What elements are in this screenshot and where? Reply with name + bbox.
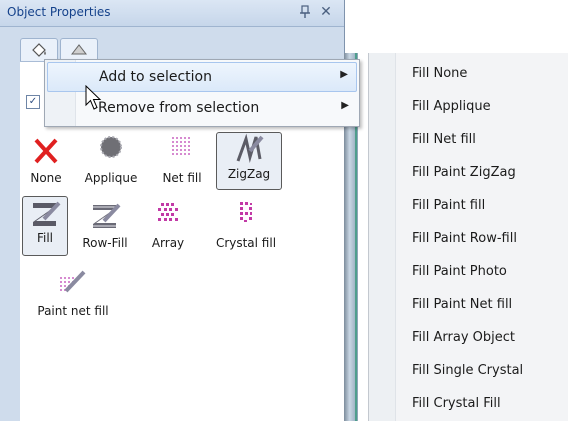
tool-label: Applique bbox=[84, 171, 138, 185]
submenu-item-fill-paint-photo[interactable]: Fill Paint Photo bbox=[412, 264, 507, 286]
tool-label: ZigZag bbox=[227, 167, 271, 181]
submenu-item-fill-none[interactable]: Fill None bbox=[412, 66, 467, 88]
tool-label: Row-Fill bbox=[82, 236, 128, 250]
tool-label: Array bbox=[151, 236, 185, 250]
crystal-fill-icon bbox=[240, 202, 252, 222]
tool-label: Crystal fill bbox=[215, 236, 277, 250]
tool-label: Paint net fill bbox=[37, 304, 109, 318]
zigzag-icon bbox=[236, 133, 264, 163]
submenu-item-fill-array-object[interactable]: Fill Array Object bbox=[412, 330, 515, 352]
submenu-item-fill-net-fill[interactable]: Fill Net fill bbox=[412, 132, 476, 154]
tool-label: Fill bbox=[36, 231, 54, 245]
submenu-arrow-icon: ▶ bbox=[340, 69, 348, 80]
tool-fill[interactable]: Fill bbox=[22, 196, 68, 256]
submenu-item-fill-applique[interactable]: Fill Applique bbox=[412, 99, 491, 121]
submenu-gutter bbox=[369, 53, 396, 421]
submenu-item-fill-crystal-fill[interactable]: Fill Crystal Fill bbox=[412, 396, 501, 418]
option-checkbox[interactable]: ✓ bbox=[26, 95, 40, 109]
mouse-pointer-icon bbox=[85, 85, 102, 110]
menu-item-label: Remove from selection bbox=[98, 100, 260, 116]
submenu-item-fill-paint-net-fill[interactable]: Fill Paint Net fill bbox=[412, 297, 512, 319]
menu-item-label: Add to selection bbox=[99, 69, 212, 85]
paint-bucket-icon bbox=[32, 43, 46, 57]
tool-crystal-fill[interactable]: Crystal fill bbox=[198, 199, 294, 273]
submenu-arrow-icon: ▶ bbox=[341, 100, 349, 111]
tool-label: Net fill bbox=[162, 171, 202, 185]
paint-net-fill-icon bbox=[60, 270, 86, 293]
submenu-item-fill-single-crystal[interactable]: Fill Single Crystal bbox=[412, 363, 523, 385]
submenu-item-fill-paint-fill[interactable]: Fill Paint fill bbox=[412, 198, 485, 220]
fill-icon bbox=[33, 201, 61, 226]
net-fill-icon bbox=[172, 137, 190, 155]
row-fill-icon bbox=[93, 203, 121, 228]
stitch-tab-icon bbox=[70, 44, 88, 55]
array-icon bbox=[158, 203, 178, 221]
tool-applique[interactable]: Applique bbox=[74, 134, 148, 208]
tool-zigzag[interactable]: ZigZag bbox=[216, 132, 282, 190]
submenu-item-fill-paint-row-fill[interactable]: Fill Paint Row-fill bbox=[412, 231, 517, 253]
tool-row-fill[interactable]: Row-Fill bbox=[70, 199, 140, 273]
tool-array[interactable]: Array bbox=[140, 199, 196, 273]
panel-title: Object Properties bbox=[7, 5, 111, 19]
tool-label: None bbox=[30, 171, 62, 185]
close-icon[interactable]: ✕ bbox=[318, 4, 334, 20]
none-x-icon bbox=[34, 138, 58, 164]
applique-icon bbox=[100, 136, 122, 158]
submenu-item-fill-paint-zigzag[interactable]: Fill Paint ZigZag bbox=[412, 165, 516, 187]
pin-icon[interactable] bbox=[298, 5, 312, 19]
fill-submenu: Fill None Fill Applique Fill Net fill Fi… bbox=[368, 53, 568, 421]
tool-net-fill[interactable]: Net fill bbox=[150, 134, 214, 208]
panel-title-bar: Object Properties ✕ bbox=[0, 0, 344, 27]
tool-paint-net-fill[interactable]: Paint net fill bbox=[24, 267, 122, 341]
